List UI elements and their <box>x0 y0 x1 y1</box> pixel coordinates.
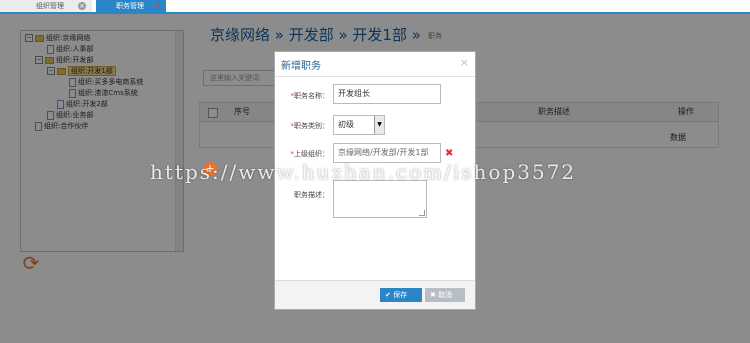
tab-label: 职务管理 <box>116 2 144 10</box>
position-name-input[interactable]: 开发组长 <box>333 84 441 104</box>
position-category-select[interactable]: 初级 ▼ <box>333 115 385 135</box>
save-button[interactable]: ✔ 保存 <box>380 288 422 302</box>
close-tab-icon[interactable]: ✕ <box>154 2 162 10</box>
close-tab-icon[interactable]: × <box>78 2 86 10</box>
tab-bar: 组织管理 × 职务管理 ✕ <box>0 0 750 14</box>
tab-position-management[interactable]: 职务管理 ✕ <box>96 0 166 12</box>
tab-org-management[interactable]: 组织管理 × <box>0 0 92 12</box>
position-description-label: 职务描述： <box>294 191 329 199</box>
resize-handle-icon[interactable] <box>419 210 425 216</box>
close-icon[interactable]: × <box>460 56 469 69</box>
watermark: https://www.huzhan.com/ishop3572 <box>150 160 577 184</box>
dialog-header: 新增职务 × <box>275 52 475 77</box>
parent-org-label: *上级组织： <box>290 150 330 158</box>
dialog-footer: ✔ 保存 ✖ 取消 <box>275 280 475 309</box>
dialog-title: 新增职务 <box>281 61 321 72</box>
clear-icon[interactable]: ✖ <box>445 148 453 159</box>
chevron-down-icon[interactable]: ▼ <box>374 116 384 134</box>
position-category-label: *职务类别： <box>290 122 330 130</box>
tab-label: 组织管理 <box>36 2 64 10</box>
position-description-textarea[interactable] <box>333 180 427 218</box>
position-name-label: *职务名称： <box>290 92 330 100</box>
cancel-button[interactable]: ✖ 取消 <box>425 288 465 302</box>
